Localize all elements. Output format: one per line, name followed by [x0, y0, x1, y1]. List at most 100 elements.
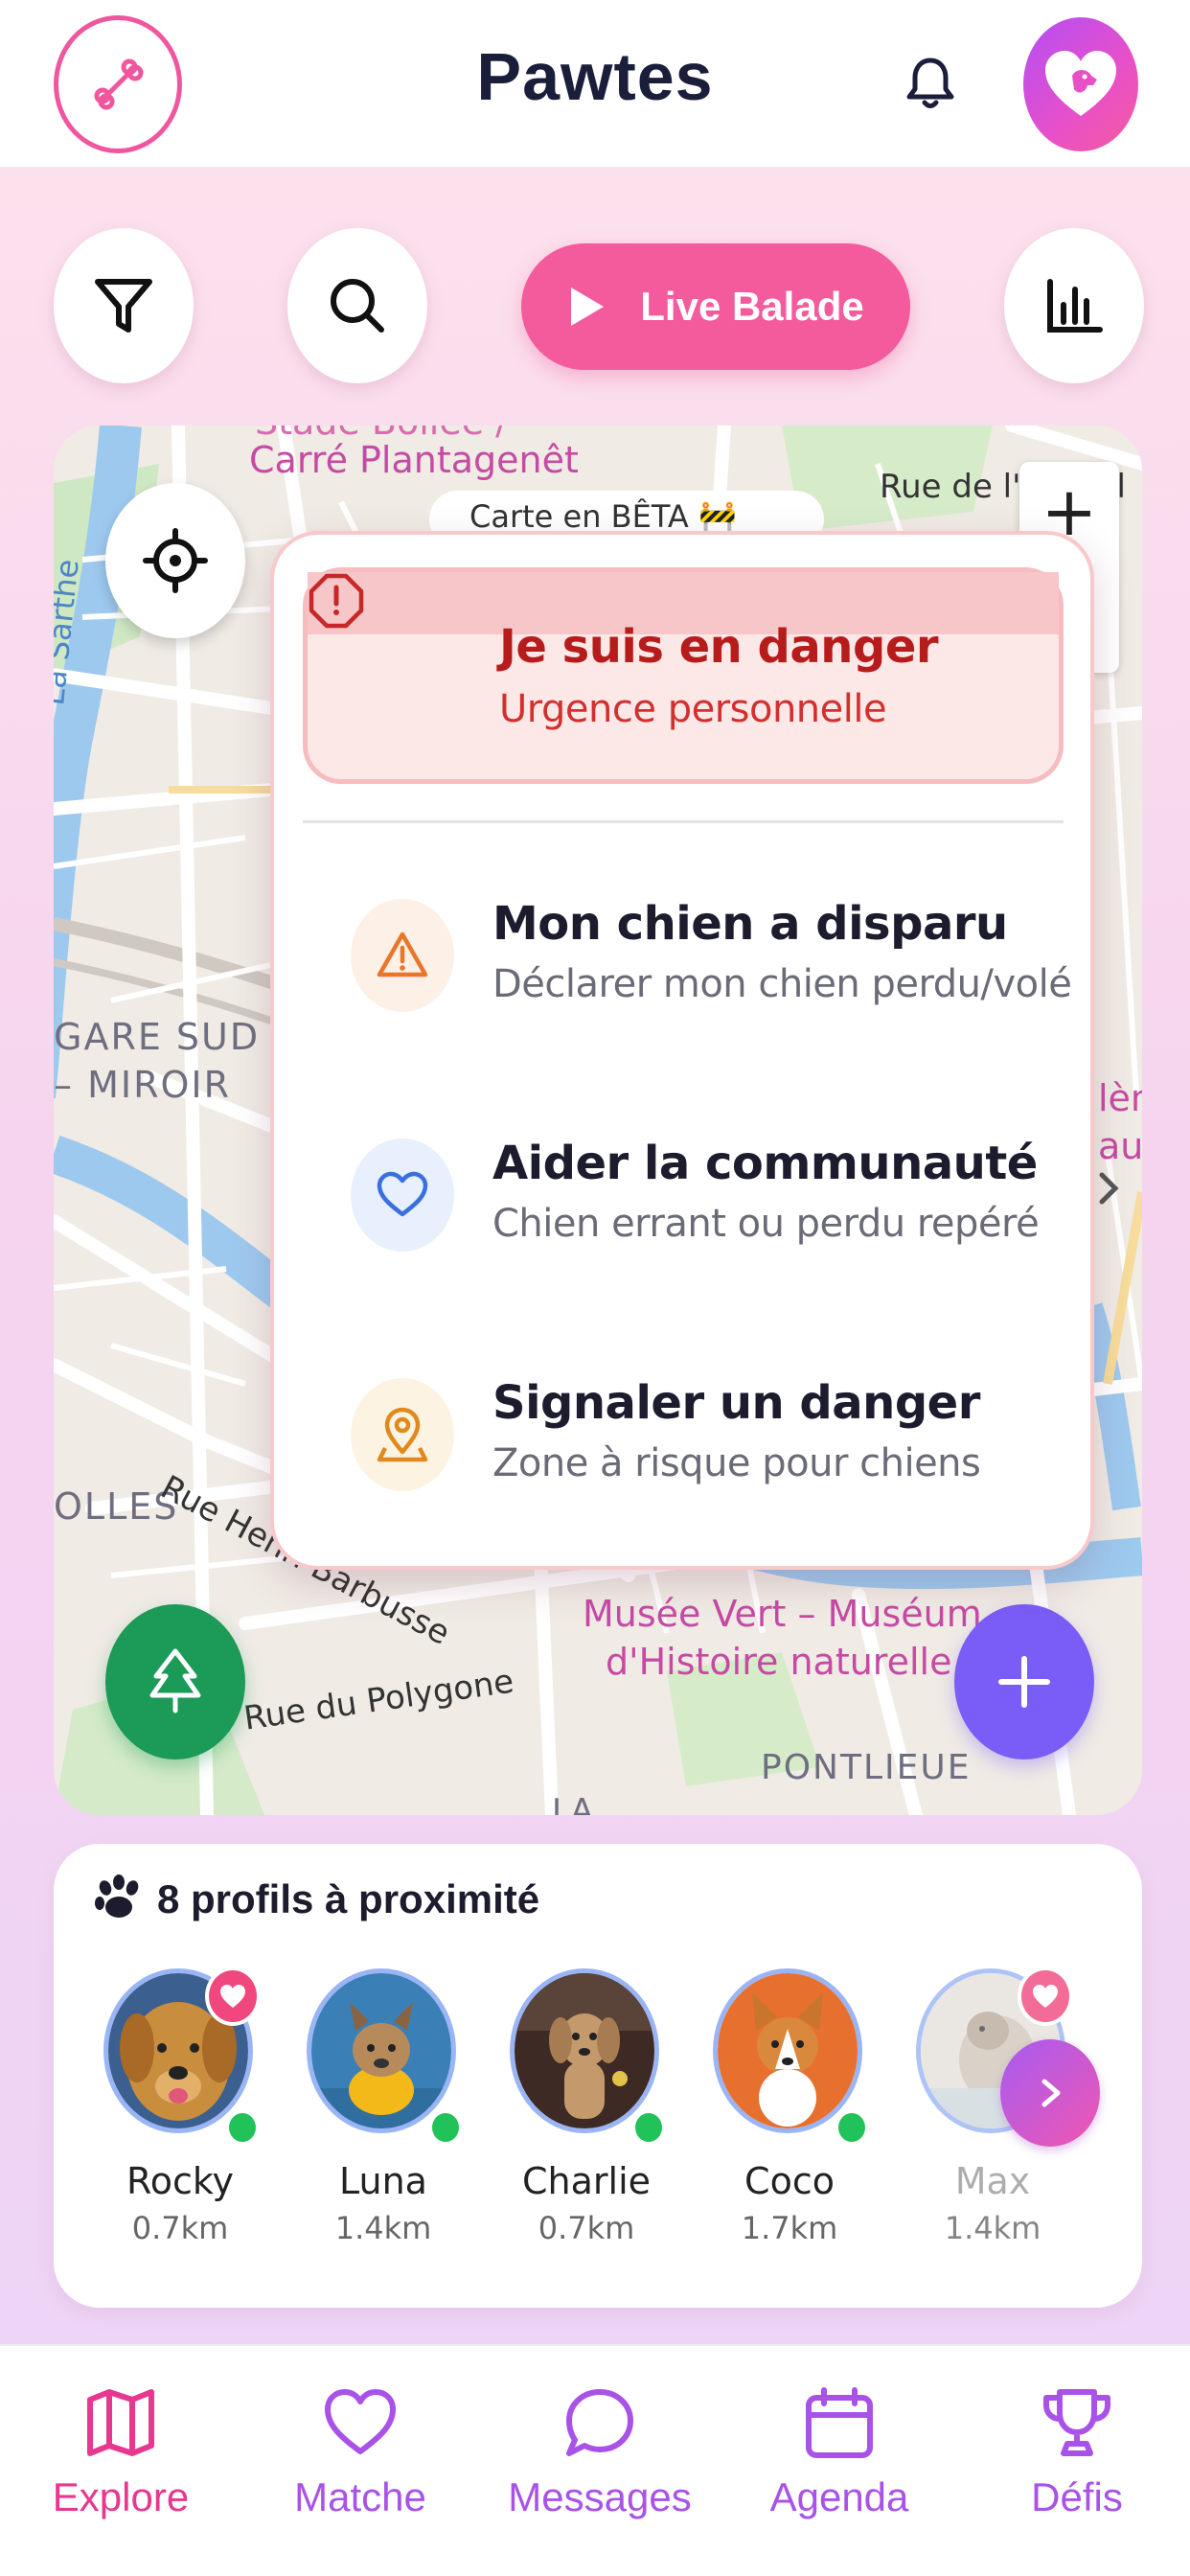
app-header: Pawtes	[0, 0, 1190, 169]
chat-bubble-icon	[566, 2389, 633, 2456]
trophy-icon	[1043, 2389, 1110, 2456]
profile-photo	[307, 1968, 456, 2133]
menu-item-lost-dog[interactable]: Mon chien a disparu Déclarer mon chien p…	[274, 897, 1090, 1091]
nav-item-messages[interactable]: Messages	[494, 2384, 705, 2557]
menu-item-personal-danger[interactable]: Je suis en danger Urgence personnelle	[303, 567, 1064, 784]
favorite-badge[interactable]	[1018, 1966, 1073, 2026]
filter-icon	[95, 279, 152, 333]
menu-item-subtitle: Déclarer mon chien perdu/volé	[492, 962, 1072, 1006]
add-button[interactable]	[954, 1604, 1094, 1760]
nearby-title-text: 8 profils à proximité	[157, 1876, 540, 1921]
profiles-next-button[interactable]	[1000, 2039, 1100, 2147]
map-label-carre-plantagenet: Carré Plantagenêt	[249, 439, 579, 481]
stats-button[interactable]	[1004, 228, 1144, 383]
map-icon	[87, 2389, 154, 2456]
map-label-rue-top-right: Rue de l'E	[880, 468, 1041, 506]
map-label-gare-sud: GARE SUD	[54, 1016, 261, 1058]
profile-avatar-button[interactable]	[1023, 17, 1138, 151]
profile-distance: 1.4km	[334, 2210, 432, 2246]
map-label-right-partial-2: au	[1098, 1125, 1142, 1167]
profile-name: Luna	[339, 2160, 427, 2202]
menu-item-icon-wrap	[351, 1378, 454, 1491]
menu-divider	[303, 820, 1064, 823]
menu-item-subtitle: Chien errant ou perdu repéré	[492, 1202, 1040, 1246]
menu-item-icon-wrap	[351, 899, 454, 1012]
calendar-icon	[806, 2387, 873, 2458]
warning-triangle-icon	[377, 932, 428, 978]
heart-dog-icon	[1045, 51, 1116, 116]
filter-button[interactable]	[54, 228, 194, 383]
nav-label: Matche	[294, 2474, 426, 2519]
map-label-pontlieue: PONTLIEUE	[761, 1748, 972, 1787]
crosshair-icon	[143, 528, 208, 593]
menu-item-icon-wrap	[351, 1138, 454, 1252]
online-indicator	[630, 2108, 667, 2147]
menu-item-title: Aider la communauté	[492, 1137, 1038, 1190]
paw-icon	[95, 1874, 139, 1918]
profile-distance: 0.7km	[538, 2210, 635, 2246]
profile-distance: 1.7km	[741, 2210, 838, 2246]
map-chevron-right-icon[interactable]	[1094, 1169, 1123, 1208]
profile-name: Max	[954, 2160, 1031, 2202]
profile-card[interactable]: Coco 1.7km	[703, 1968, 876, 2256]
nav-item-explore[interactable]: Explore	[15, 2384, 226, 2557]
emergency-menu: Je suis en danger Urgence personnelle Mo…	[270, 531, 1094, 1570]
alert-octagon-icon	[309, 573, 364, 629]
tree-layer-button[interactable]	[105, 1604, 245, 1760]
profile-name: Rocky	[126, 2160, 234, 2202]
nav-label: Explore	[52, 2474, 190, 2519]
nav-label: Défis	[1031, 2474, 1123, 2519]
map-label-musee-line2: d'Histoire naturelle	[606, 1641, 952, 1683]
map-label-right-partial-1: lèn	[1098, 1077, 1142, 1119]
favorite-badge[interactable]	[205, 1966, 261, 2026]
chevron-right-icon	[1041, 2079, 1061, 2107]
profile-card[interactable]: Luna 1.4km	[297, 1968, 469, 2256]
plus-icon	[998, 1656, 1050, 1708]
notifications-button[interactable]	[897, 50, 964, 117]
menu-item-report-danger[interactable]: Signaler un danger Zone à risque pour ch…	[274, 1376, 1090, 1566]
online-indicator	[224, 2108, 261, 2147]
menu-item-title: Mon chien a disparu	[492, 897, 1008, 951]
bar-chart-icon	[1047, 279, 1103, 333]
heart-icon	[220, 1985, 245, 2008]
heart-icon	[325, 2389, 396, 2454]
profile-distance: 0.7km	[131, 2210, 229, 2246]
profile-photo	[510, 1968, 659, 2133]
app-title: Pawtes	[476, 39, 714, 114]
profile-distance: 1.4km	[944, 2210, 1041, 2246]
nav-label: Agenda	[769, 2474, 909, 2519]
online-indicator	[427, 2108, 464, 2147]
nav-item-matche[interactable]: Matche	[255, 2384, 466, 2557]
bottom-navigation: Explore Matche Messages Agenda Défis	[0, 2344, 1190, 2576]
nearby-title: 8 profils à proximité	[92, 1874, 539, 1924]
profile-name: Charlie	[521, 2160, 652, 2202]
nearby-profiles-card: 8 profils à proximité Rocky 0.7km Luna 1…	[54, 1844, 1142, 2308]
play-icon	[571, 288, 605, 326]
menu-item-subtitle: Urgence personnelle	[499, 687, 887, 731]
map-label-musee-line1: Musée Vert – Muséum	[583, 1593, 982, 1635]
profile-photo	[713, 1968, 862, 2133]
menu-item-subtitle: Zone à risque pour chiens	[492, 1441, 981, 1485]
online-indicator	[834, 2108, 870, 2147]
menu-item-help-community[interactable]: Aider la communauté Chien errant ou perd…	[274, 1137, 1090, 1330]
heart-icon	[377, 1171, 428, 1217]
live-balade-label: Live Balade	[640, 284, 864, 329]
heart-icon	[1033, 1985, 1058, 2008]
map-pin-icon	[377, 1407, 428, 1462]
map-label-miroir: – MIROIR	[54, 1064, 231, 1106]
tree-icon	[149, 1648, 201, 1714]
search-button[interactable]	[287, 228, 427, 383]
menu-item-title: Je suis en danger	[499, 620, 939, 674]
profile-card[interactable]: Charlie 0.7km	[500, 1968, 673, 2256]
locate-me-button[interactable]	[105, 483, 245, 638]
map-label-la-partial: LA	[552, 1792, 593, 1815]
profile-name: Coco	[744, 2160, 835, 2202]
profile-card[interactable]: Rocky 0.7km	[94, 1966, 266, 2256]
bell-icon	[906, 58, 954, 108]
menu-item-title: Signaler un danger	[492, 1376, 980, 1430]
nav-item-defis[interactable]: Défis	[972, 2384, 1182, 2557]
live-balade-button[interactable]: Live Balade	[521, 243, 910, 370]
nav-item-agenda[interactable]: Agenda	[734, 2384, 945, 2557]
nav-label: Messages	[508, 2474, 692, 2519]
search-icon	[331, 279, 384, 333]
